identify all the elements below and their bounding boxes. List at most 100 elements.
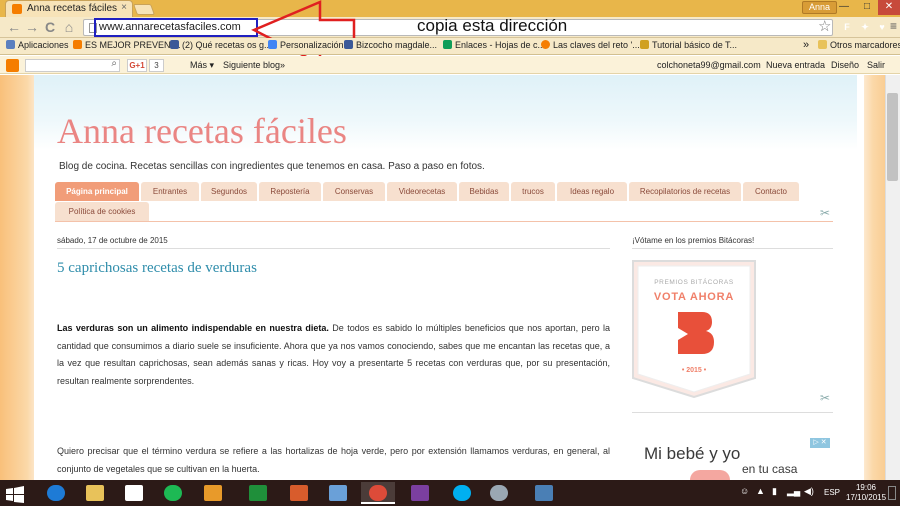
tray-signal-icon[interactable]: ▂▄ (787, 486, 800, 497)
tab-recopilatorios[interactable]: Recopilatorios de recetas (629, 182, 741, 201)
tab-bebidas[interactable]: Bebidas (459, 182, 509, 201)
new-tab-button[interactable] (132, 4, 156, 15)
taskbar-home[interactable] (117, 482, 151, 504)
taskbar-internet-explorer[interactable] (39, 482, 73, 504)
bookmark-item[interactable]: (2) Qué recetas os g... (170, 40, 272, 50)
bookmark-item[interactable]: Las claves del reto '... (541, 40, 640, 50)
more-menu[interactable]: Más ▾ (190, 60, 214, 71)
new-entry-link[interactable]: Nueva entrada (766, 60, 825, 70)
date-divider (57, 248, 610, 249)
design-link[interactable]: Diseño (831, 60, 859, 70)
bookmark-apps[interactable]: Aplicaciones (6, 40, 69, 50)
bookmark-item[interactable]: Bizcocho magdale... (344, 40, 437, 50)
flipboard-extension-icon[interactable]: F (840, 20, 854, 34)
blogger-navbar: ⌕ G+1 3 Más ▾ Siguiente blog» colchoneta… (0, 56, 900, 74)
taskbar-spotify[interactable] (156, 482, 190, 504)
tray-volume-icon[interactable]: ◀) (804, 486, 814, 497)
ad-decoration (690, 470, 730, 480)
browser-tab[interactable]: Anna recetas fáciles × (5, 0, 133, 17)
gplus-count: 3 (149, 59, 164, 72)
bookmark-item[interactable]: Tutorial básico de T... (640, 40, 737, 50)
tab-trucos[interactable]: trucos (511, 182, 555, 201)
blogger-favicon-icon (12, 4, 22, 14)
notebook-icon (204, 485, 222, 501)
tray-user-icon[interactable]: ☺ (740, 486, 749, 496)
taskbar-paint[interactable] (282, 482, 316, 504)
taskbar-skype[interactable] (445, 482, 479, 504)
heart-extension-icon[interactable]: ♥ (875, 20, 889, 34)
maximize-button[interactable]: □ (855, 0, 879, 15)
search-icon[interactable]: ⌕ (111, 58, 117, 69)
sidebar-widget-title: ¡Vótame en los premios Bitácoras! (632, 236, 755, 245)
tab-ideas-regalo[interactable]: Ideas regalo (557, 182, 627, 201)
bookmark-item[interactable]: Personalización (268, 40, 344, 50)
next-blog-link[interactable]: Siguiente blog» (223, 60, 285, 70)
taskbar-excel[interactable] (241, 482, 275, 504)
bookmark-item[interactable]: ES MEJOR PREVENI... (73, 40, 181, 50)
home-button[interactable]: ⌂ (61, 19, 77, 35)
reto-icon (541, 40, 550, 49)
notifications-icon[interactable] (888, 486, 896, 500)
sidebar-divider (632, 248, 833, 249)
blog-search-input[interactable]: ⌕ (25, 58, 120, 72)
internet-explorer-icon (47, 485, 65, 501)
sidebar-separator (632, 412, 833, 413)
reload-button[interactable]: C (42, 19, 58, 35)
other-bookmarks[interactable]: Otros marcadores (818, 40, 900, 50)
clock-time: 19:06 (855, 483, 877, 492)
gplus-button[interactable]: G+1 (127, 59, 147, 72)
bitacoras-vote-badge[interactable]: PREMIOS BITÁCORAS VOTA AHORA • 2015 • (632, 260, 756, 398)
minimize-button[interactable]: — (832, 0, 856, 15)
tab-pagina-principal[interactable]: Página principal (55, 182, 139, 201)
bookmark-star-icon[interactable]: ☆ (818, 18, 831, 35)
taskbar-control-panel[interactable] (321, 482, 355, 504)
taskbar-onenote[interactable] (403, 482, 437, 504)
photos-icon (535, 485, 553, 501)
ad-choices-close-icon[interactable]: ▷ ✕ (810, 438, 830, 448)
taskbar-chrome[interactable] (361, 482, 395, 504)
excel-icon (249, 485, 267, 501)
flashy-extension-icon[interactable]: ✦ (858, 20, 872, 34)
taskbar-photos[interactable] (527, 482, 561, 504)
taskbar-clock[interactable]: 19:06 17/10/2015 (846, 483, 886, 503)
user-email: colchoneta99@gmail.com (657, 60, 761, 70)
tab-contacto[interactable]: Contacto (743, 182, 799, 201)
folder-icon (86, 485, 104, 501)
tab-reposteria[interactable]: Repostería (259, 182, 321, 201)
tab-entrantes[interactable]: Entrantes (141, 182, 199, 201)
scrollbar-thumb[interactable] (887, 93, 898, 181)
bitacoras-b-logo-icon (678, 312, 714, 354)
clock-date: 17/10/2015 (846, 493, 887, 502)
blogger-logo-icon[interactable] (6, 59, 19, 72)
forward-button[interactable]: → (24, 19, 40, 35)
onenote-icon (411, 485, 429, 501)
annotation-highlight-box (94, 18, 258, 37)
tab-politica-cookies[interactable]: Política de cookies (55, 202, 149, 221)
bookmark-item[interactable]: Enlaces - Hojas de c... (443, 40, 545, 50)
windows-start-icon[interactable] (6, 486, 24, 504)
chrome-menu-icon[interactable]: ≡ (890, 19, 897, 33)
post-title[interactable]: 5 caprichosas recetas de verduras (57, 260, 257, 277)
blog-title[interactable]: Anna recetas fáciles (57, 110, 347, 152)
close-window-button[interactable]: ✕ (878, 0, 900, 15)
facebook-icon (344, 40, 353, 49)
back-button[interactable]: ← (6, 19, 22, 35)
edit-tools-icon[interactable]: ✂ (820, 206, 830, 220)
tray-network-icon[interactable]: ▮ (772, 486, 777, 497)
tab-conservas[interactable]: Conservas (323, 182, 385, 201)
close-tab-icon[interactable]: × (121, 2, 127, 13)
tray-language[interactable]: ESP (824, 488, 840, 497)
home-icon (125, 485, 143, 501)
more-bookmarks-button[interactable]: » (803, 39, 809, 51)
control-panel-icon (329, 485, 347, 501)
taskbar-settings[interactable] (482, 482, 516, 504)
tray-expand-icon[interactable]: ▲ (756, 486, 765, 496)
tab-videorecetas[interactable]: Videorecetas (387, 182, 457, 201)
logout-link[interactable]: Salir (867, 60, 885, 70)
tab-segundos[interactable]: Segundos (201, 182, 257, 201)
taskbar-notebook[interactable] (196, 482, 230, 504)
annotation-text: copia esta dirección (417, 16, 568, 35)
paint-icon (290, 485, 308, 501)
taskbar-file-explorer[interactable] (78, 482, 112, 504)
edit-tools-icon[interactable]: ✂ (820, 391, 830, 405)
